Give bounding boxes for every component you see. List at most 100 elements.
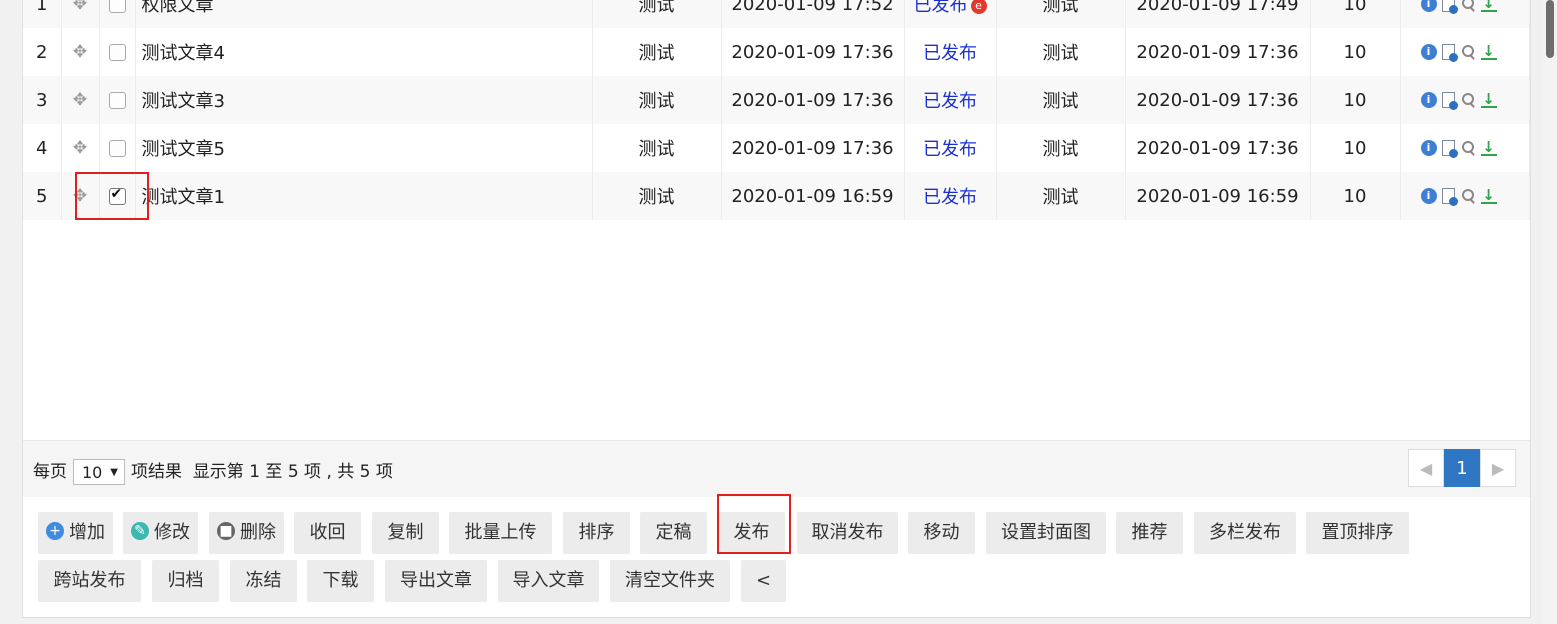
author-cell: 测试 bbox=[592, 0, 722, 28]
article-title[interactable]: 测试文章4 bbox=[135, 28, 593, 76]
table-row[interactable]: 3 ✥ 测试文章3 测试 2020-01-09 17:36 已发布 测试 202… bbox=[23, 76, 1530, 124]
search-icon[interactable] bbox=[1460, 188, 1476, 204]
document-icon[interactable] bbox=[1441, 140, 1458, 158]
prev-page-button[interactable]: ◀ bbox=[1408, 449, 1444, 487]
article-title[interactable]: 测试文章3 bbox=[135, 76, 593, 124]
priority-cell: 10 bbox=[1310, 0, 1401, 28]
page-length-value: 10 bbox=[82, 463, 103, 482]
search-icon[interactable] bbox=[1460, 44, 1476, 60]
status-link[interactable]: 已发布 bbox=[904, 172, 997, 220]
drag-handle-icon[interactable]: ✥ bbox=[61, 124, 100, 172]
document-icon[interactable] bbox=[1441, 92, 1458, 110]
info-icon[interactable]: i bbox=[1420, 140, 1437, 156]
edit-button[interactable]: ✎ 修改 bbox=[123, 512, 198, 554]
editor-cell: 测试 bbox=[996, 172, 1126, 220]
search-icon[interactable] bbox=[1460, 0, 1476, 12]
editor-cell: 测试 bbox=[996, 124, 1126, 172]
next-page-button[interactable]: ▶ bbox=[1480, 449, 1516, 487]
scrollbar-thumb[interactable] bbox=[1546, 0, 1554, 58]
priority-cell: 10 bbox=[1310, 172, 1401, 220]
finalize-button[interactable]: 定稿 bbox=[640, 512, 707, 554]
import-articles-button[interactable]: 导入文章 bbox=[498, 560, 599, 602]
add-button[interactable]: + 增加 bbox=[38, 512, 113, 554]
download-icon[interactable]: ↓ bbox=[1480, 44, 1497, 60]
status-link[interactable]: 已发布 bbox=[914, 0, 968, 16]
modified-date: 2020-01-09 17:36 bbox=[1125, 76, 1311, 124]
table-row[interactable]: 5 ✥ 测试文章1 测试 2020-01-09 16:59 已发布 测试 202… bbox=[23, 172, 1530, 220]
unpublish-button[interactable]: 取消发布 bbox=[797, 512, 898, 554]
download-button[interactable]: 下载 bbox=[307, 560, 374, 602]
row-checkbox[interactable] bbox=[108, 140, 126, 157]
modified-date: 2020-01-09 16:59 bbox=[1125, 172, 1311, 220]
priority-cell: 10 bbox=[1310, 28, 1401, 76]
page-button-current[interactable]: 1 bbox=[1444, 449, 1480, 487]
download-icon[interactable]: ↓ bbox=[1480, 92, 1497, 108]
info-icon[interactable]: i bbox=[1420, 92, 1437, 108]
created-date: 2020-01-09 17:36 bbox=[721, 76, 905, 124]
cross-site-publish-button[interactable]: 跨站发布 bbox=[38, 560, 141, 602]
editor-cell: 测试 bbox=[996, 0, 1126, 28]
created-date: 2020-01-09 17:36 bbox=[721, 124, 905, 172]
recommend-button[interactable]: 推荐 bbox=[1116, 512, 1183, 554]
download-icon[interactable]: ↓ bbox=[1480, 140, 1497, 156]
batch-upload-button[interactable]: 批量上传 bbox=[449, 512, 552, 554]
table-row[interactable]: 1 ✥ 权限文章 测试 2020-01-09 17:52 已发布 e 测试 202… bbox=[23, 0, 1530, 28]
freeze-button[interactable]: 冻结 bbox=[230, 560, 297, 602]
article-table: 1 ✥ 权限文章 测试 2020-01-09 17:52 已发布 e 测试 202… bbox=[23, 0, 1530, 220]
table-row[interactable]: 2 ✥ 测试文章4 测试 2020-01-09 17:36 已发布 测试 202… bbox=[23, 28, 1530, 76]
search-icon[interactable] bbox=[1460, 92, 1476, 108]
withdraw-button[interactable]: 收回 bbox=[294, 512, 361, 554]
row-checkbox[interactable] bbox=[108, 0, 126, 13]
article-title[interactable]: 权限文章 bbox=[135, 0, 593, 28]
search-icon[interactable] bbox=[1460, 140, 1476, 156]
results-summary: 显示第 1 至 5 项 , 共 5 项 bbox=[192, 462, 393, 482]
archive-button[interactable]: 归档 bbox=[152, 560, 219, 602]
info-icon[interactable]: i bbox=[1420, 188, 1437, 204]
page-length-select[interactable]: 10 ▼ bbox=[73, 459, 125, 485]
copy-button[interactable]: 复制 bbox=[372, 512, 439, 554]
row-number: 4 bbox=[23, 124, 62, 172]
multi-column-publish-button[interactable]: 多栏发布 bbox=[1194, 512, 1296, 554]
article-title[interactable]: 测试文章1 bbox=[135, 172, 593, 220]
sort-button[interactable]: 排序 bbox=[563, 512, 630, 554]
status-cell[interactable]: 已发布 e bbox=[904, 0, 997, 28]
status-link[interactable]: 已发布 bbox=[904, 76, 997, 124]
author-cell: 测试 bbox=[592, 172, 722, 220]
export-articles-button[interactable]: 导出文章 bbox=[385, 560, 487, 602]
download-icon[interactable]: ↓ bbox=[1480, 0, 1497, 12]
add-label: 增加 bbox=[69, 522, 105, 543]
document-icon[interactable] bbox=[1441, 0, 1458, 14]
content-panel: 1 ✥ 权限文章 测试 2020-01-09 17:52 已发布 e 测试 202… bbox=[22, 0, 1531, 618]
page-scrollbar[interactable] bbox=[1543, 0, 1557, 624]
move-button[interactable]: 移动 bbox=[908, 512, 975, 554]
download-icon[interactable]: ↓ bbox=[1480, 188, 1497, 204]
info-icon[interactable]: i bbox=[1420, 0, 1437, 12]
delete-label: 删除 bbox=[240, 522, 276, 543]
document-icon[interactable] bbox=[1441, 44, 1458, 62]
info-icon[interactable]: i bbox=[1420, 44, 1437, 60]
document-icon[interactable] bbox=[1441, 188, 1458, 206]
collapse-toolbar-button[interactable]: < bbox=[741, 560, 786, 602]
clear-folder-button[interactable]: 清空文件夹 bbox=[610, 560, 730, 602]
publish-highlight bbox=[717, 494, 791, 554]
table-row[interactable]: 4 ✥ 测试文章5 测试 2020-01-09 17:36 已发布 测试 202… bbox=[23, 124, 1530, 172]
status-link[interactable]: 已发布 bbox=[904, 124, 997, 172]
row-checkbox[interactable] bbox=[108, 92, 126, 109]
author-cell: 测试 bbox=[592, 28, 722, 76]
drag-handle-icon[interactable]: ✥ bbox=[61, 76, 100, 124]
drag-handle-icon[interactable]: ✥ bbox=[61, 28, 100, 76]
drag-handle-icon[interactable]: ✥ bbox=[61, 0, 100, 28]
delete-button[interactable]: ■ 删除 bbox=[209, 512, 284, 554]
editor-cell: 测试 bbox=[996, 28, 1126, 76]
checkbox-highlight bbox=[75, 172, 149, 220]
top-sort-button[interactable]: 置顶排序 bbox=[1306, 512, 1409, 554]
plus-icon: + bbox=[46, 522, 64, 540]
row-number: 2 bbox=[23, 28, 62, 76]
status-link[interactable]: 已发布 bbox=[904, 28, 997, 76]
row-checkbox[interactable] bbox=[108, 44, 126, 61]
created-date: 2020-01-09 17:52 bbox=[721, 0, 905, 28]
set-cover-button[interactable]: 设置封面图 bbox=[986, 512, 1106, 554]
article-title[interactable]: 测试文章5 bbox=[135, 124, 593, 172]
results-label: 项结果 bbox=[131, 462, 182, 482]
created-date: 2020-01-09 16:59 bbox=[721, 172, 905, 220]
